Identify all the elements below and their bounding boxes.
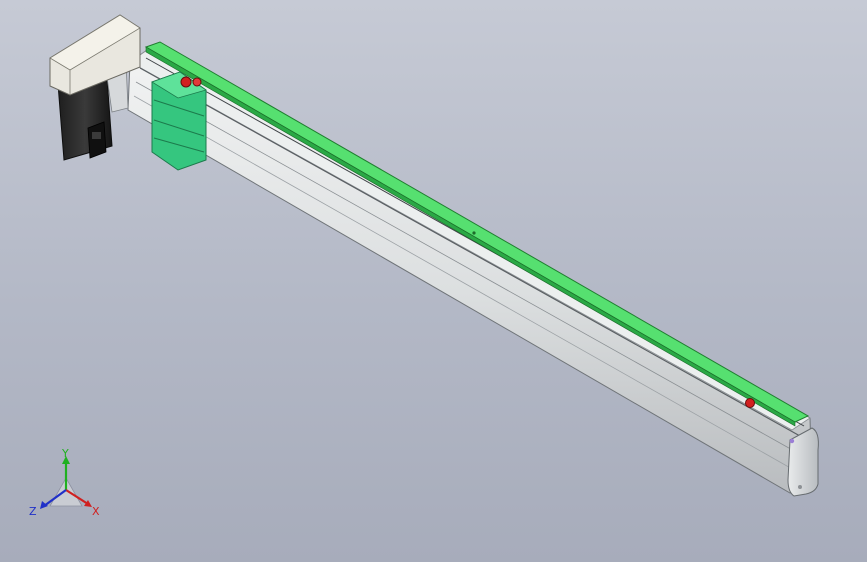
- cover-screw-icon: [472, 231, 476, 235]
- y-axis-label: Y: [61, 448, 69, 460]
- motor-plug-icon: [87, 121, 107, 159]
- carriage-slider[interactable]: [151, 71, 207, 171]
- green-belt-cover[interactable]: [144, 41, 810, 427]
- z-axis-label: Z: [29, 505, 37, 518]
- motor-plug-pin-icon: [92, 132, 101, 139]
- end-cap[interactable]: [787, 427, 819, 497]
- z-arrowhead-icon: [40, 501, 48, 509]
- x-axis-label: X: [92, 505, 100, 518]
- end-cap-screw-icon: [798, 485, 802, 489]
- limit-sensor-red-end[interactable]: [745, 398, 755, 408]
- end-cap-bolt-icon: [789, 438, 795, 444]
- model-scene[interactable]: [0, 0, 867, 562]
- linear-actuator-body[interactable]: [127, 47, 813, 494]
- cad-viewport[interactable]: Y X Z: [0, 0, 867, 562]
- coordinate-triad: Y X Z: [29, 448, 100, 518]
